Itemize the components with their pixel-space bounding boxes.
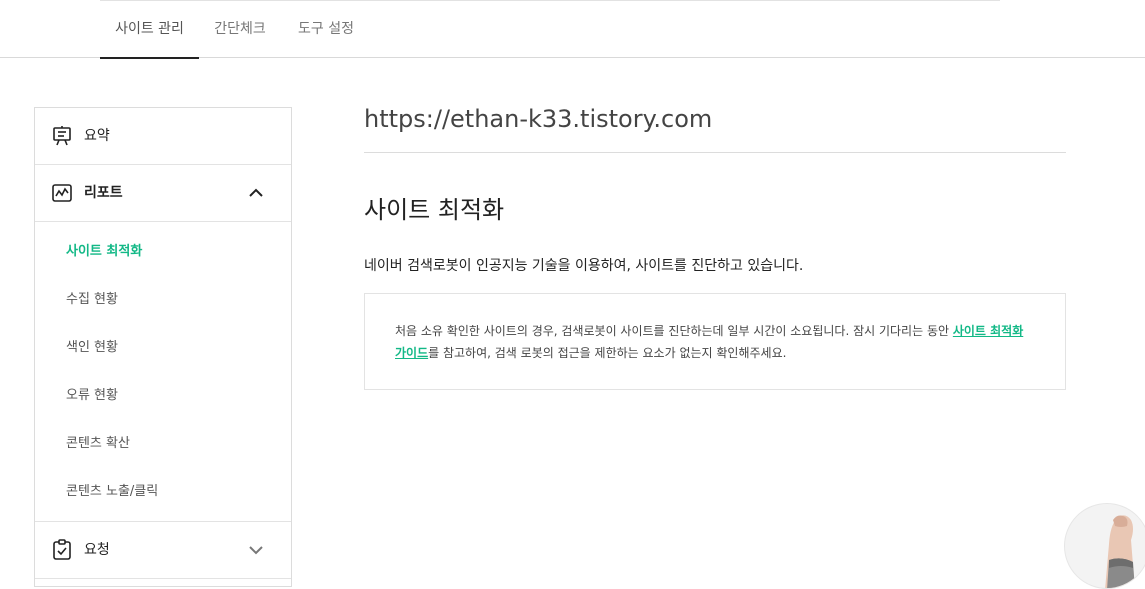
sidebar-label-report: 리포트 <box>84 185 123 201</box>
sidebar-item-index-status[interactable]: 색인 현황 <box>35 324 291 372</box>
url-divider <box>364 152 1066 153</box>
request-clipboard-check-icon <box>51 539 73 561</box>
tab-quick-check[interactable]: 간단체크 <box>199 0 281 58</box>
report-submenu: 사이트 최적화 수집 현황 색인 현황 오류 현황 콘텐츠 확산 콘텐츠 노출/… <box>35 222 291 522</box>
notice-text: 처음 소유 확인한 사이트의 경우, 검색로봇이 사이트를 진단하는데 일부 시… <box>395 320 1035 364</box>
tab-site-management[interactable]: 사이트 관리 <box>100 0 199 59</box>
sidebar-item-report[interactable]: 리포트 <box>35 165 291 222</box>
avatar-hand-icon <box>1105 515 1135 588</box>
sidebar-item-content-exposure-click[interactable]: 콘텐츠 노출/클릭 <box>35 468 291 516</box>
notice-text-before: 처음 소유 확인한 사이트의 경우, 검색로봇이 사이트를 진단하는데 일부 시… <box>395 324 953 338</box>
sidebar: 요약 리포트 사이트 최적화 수집 현황 색인 현황 오류 현황 콘텐츠 확산 … <box>34 107 292 587</box>
sidebar-item-site-optimization[interactable]: 사이트 최적화 <box>35 228 291 276</box>
notice-box: 처음 소유 확인한 사이트의 경우, 검색로봇이 사이트를 진단하는데 일부 시… <box>364 293 1066 390</box>
summary-board-icon <box>51 125 73 147</box>
site-url: https://ethan-k33.tistory.com <box>364 105 713 133</box>
notice-text-after: 를 참고하여, 검색 로봇의 접근을 제한하는 요소가 없는지 확인해주세요. <box>428 346 787 360</box>
sidebar-item-summary[interactable]: 요약 <box>35 108 291 165</box>
sidebar-item-error-status[interactable]: 오류 현황 <box>35 372 291 420</box>
sidebar-label-summary: 요약 <box>84 128 110 144</box>
page-title: 사이트 최적화 <box>364 196 505 224</box>
report-chart-icon <box>51 182 73 204</box>
main-tabs: 사이트 관리 간단체크 도구 설정 <box>100 0 371 59</box>
floating-avatar-button[interactable] <box>1064 503 1145 589</box>
chevron-down-icon[interactable] <box>247 541 265 559</box>
sidebar-label-request: 요청 <box>84 542 110 558</box>
top-navigation: 사이트 관리 간단체크 도구 설정 <box>0 0 1145 59</box>
page-description: 네이버 검색로봇이 인공지능 기술을 이용하여, 사이트를 진단하고 있습니다. <box>364 258 804 274</box>
sidebar-item-request[interactable]: 요청 <box>35 522 291 579</box>
sidebar-item-content-spread[interactable]: 콘텐츠 확산 <box>35 420 291 468</box>
sidebar-item-crawl-status[interactable]: 수집 현황 <box>35 276 291 324</box>
chevron-up-icon[interactable] <box>247 184 265 202</box>
tab-tool-settings[interactable]: 도구 설정 <box>281 0 371 58</box>
